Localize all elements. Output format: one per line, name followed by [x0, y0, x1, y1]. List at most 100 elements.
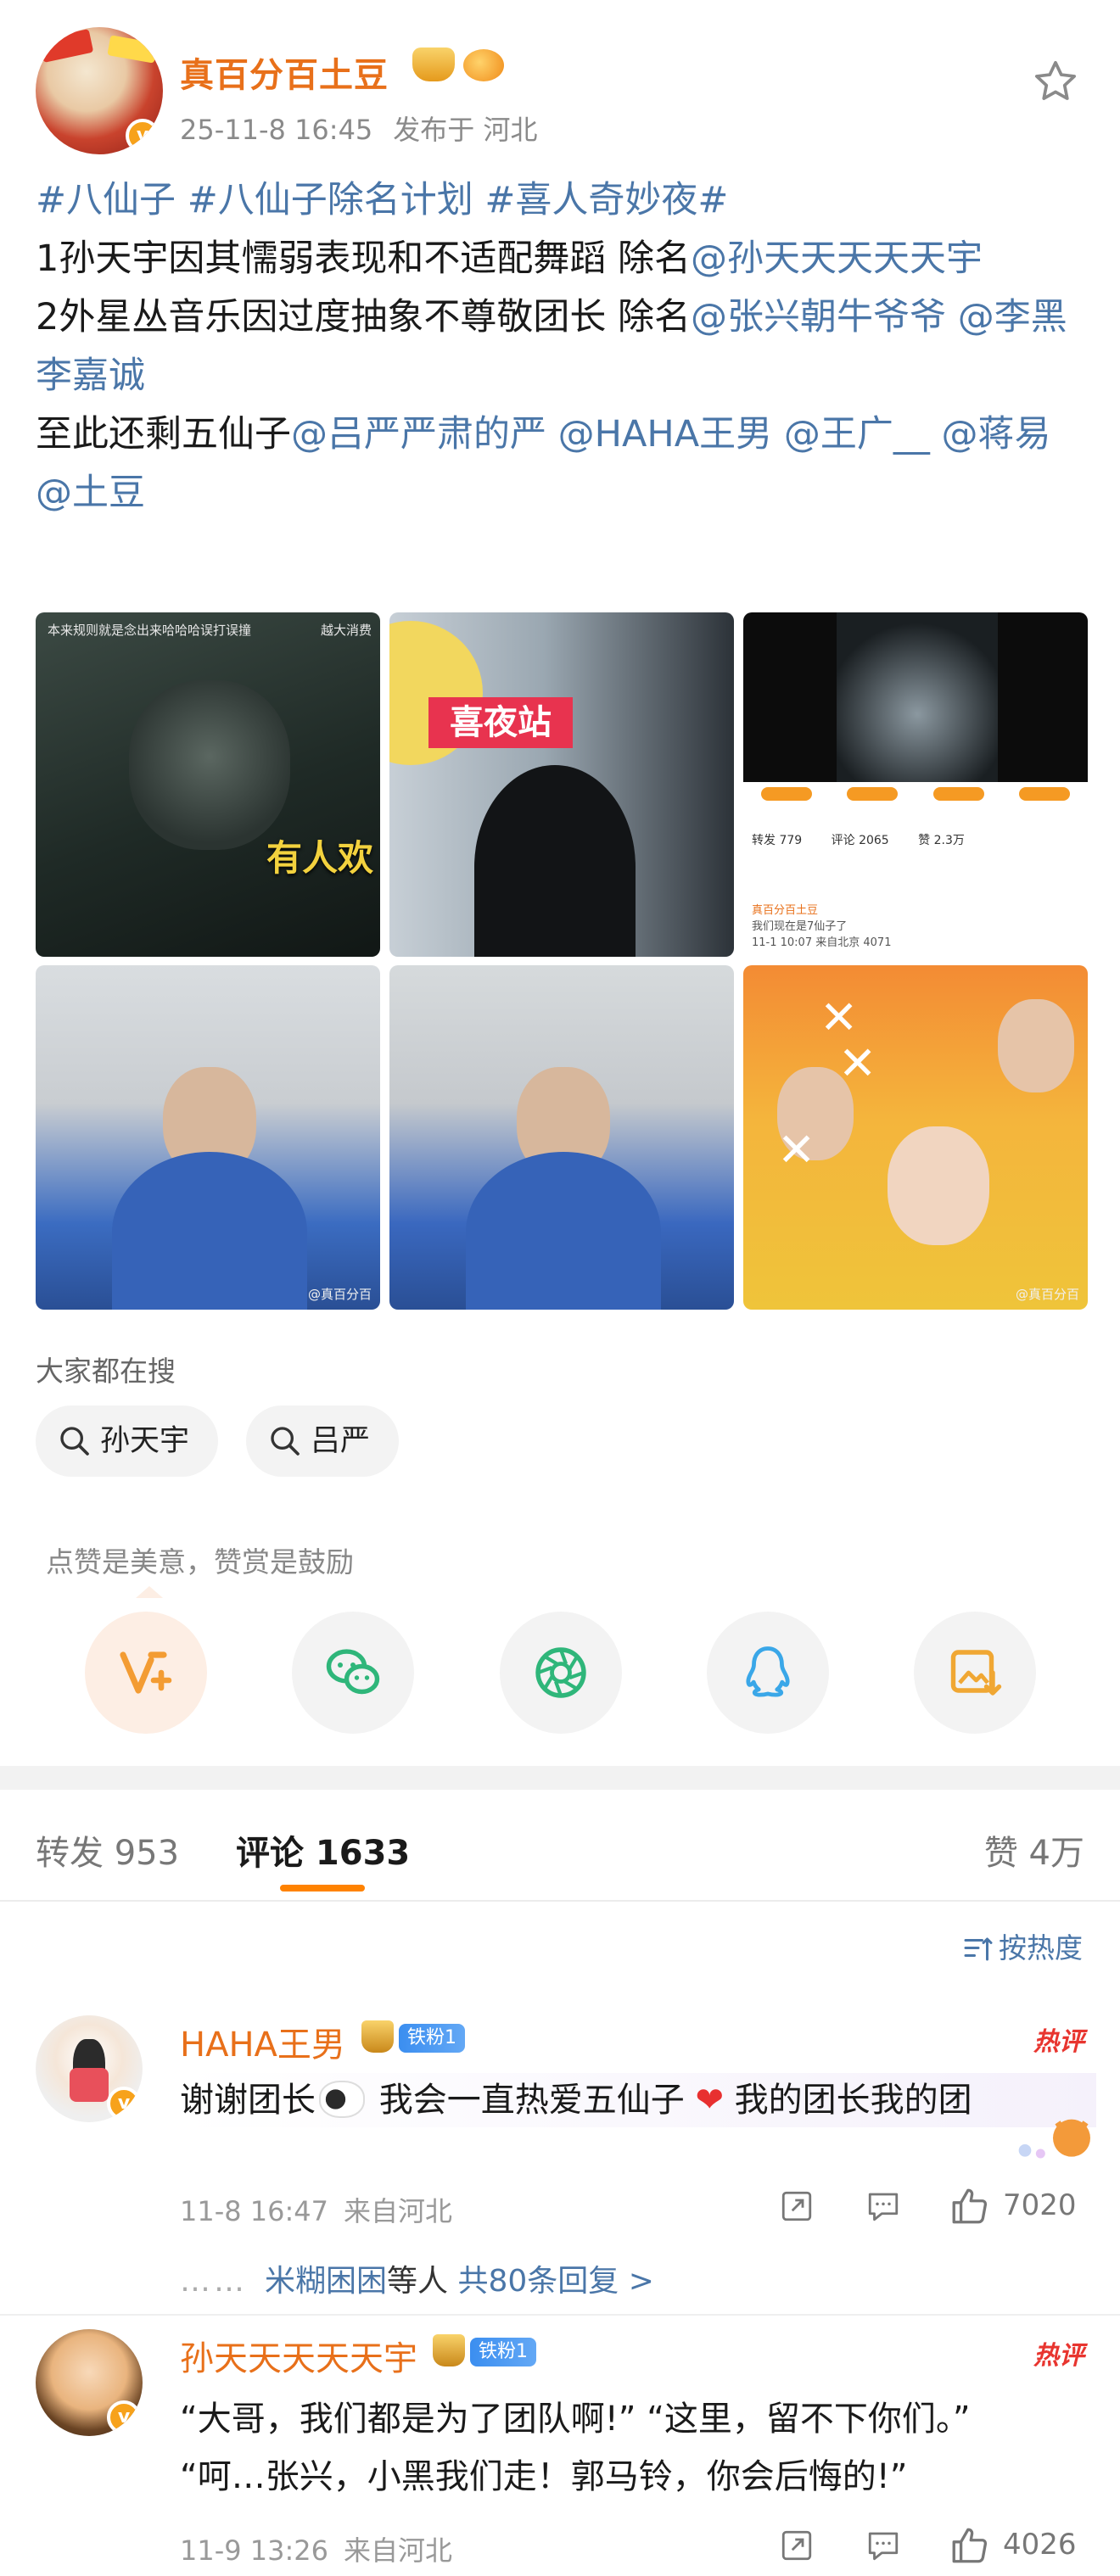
image-sign-text: 喜夜站 — [428, 697, 573, 748]
active-tab-indicator — [280, 1885, 365, 1891]
post-image-1[interactable]: 本来规则就是念出来哈哈哈误打误撞 越大消费 有人欢 — [36, 612, 380, 957]
image-figure — [129, 680, 290, 850]
reward-button[interactable] — [85, 1612, 207, 1734]
avatar-sticker — [107, 35, 158, 64]
reply-user[interactable]: 米糊困困 — [265, 2264, 387, 2299]
fan-level-fish-icon[interactable] — [463, 49, 504, 81]
image-comment-text: 我们现在是7仙子了 — [752, 920, 848, 933]
post-body: #八仙子 #八仙子除名计划 #喜人奇妙夜# 1孙天宇因其懦弱表现和不适配舞蹈 除… — [36, 171, 1088, 522]
post-text-run — [946, 296, 958, 338]
post-link[interactable]: @HAHA王男 — [558, 413, 773, 455]
like-count: 4026 — [1003, 2528, 1077, 2562]
save-image-button[interactable] — [914, 1612, 1036, 1734]
favorite-star-icon[interactable] — [1032, 58, 1079, 105]
author-avatar[interactable]: v — [36, 27, 163, 154]
verified-badge-icon: v — [107, 2400, 141, 2434]
fox-sticker-icon — [1018, 2119, 1090, 2159]
sort-toggle[interactable]: 按热度 — [963, 1925, 1083, 1966]
image-subtitle: 本来规则就是念出来哈哈哈误打误撞 — [48, 623, 252, 638]
comment-time: 11-9 13:26 — [180, 2534, 329, 2567]
image-count: 赞 2.3万 — [918, 834, 965, 847]
post-image-2[interactable]: 喜夜站 — [389, 612, 734, 957]
comment-text-part: 谢谢团长 — [180, 2081, 316, 2120]
reward-pointer — [136, 1586, 163, 1598]
author-name[interactable]: 真百分百土豆 — [180, 47, 389, 97]
comment-meta: 11-8 16:47 来自河北 — [180, 2190, 452, 2229]
share-icon[interactable] — [779, 2188, 815, 2224]
view-replies-link[interactable]: 共80条回复 > — [448, 2264, 653, 2299]
post-link[interactable]: @蒋易 — [942, 413, 1051, 455]
fan-level-badge: 铁粉1 — [470, 2338, 536, 2366]
section-divider — [0, 1766, 1120, 1790]
interaction-tabs: 转发 953 评论 1633 赞 4万 — [0, 1790, 1120, 1902]
post-location: 发布于 河北 — [393, 114, 538, 146]
post-image-6[interactable]: ✕ ✕ ✕ @真百分百 — [743, 965, 1088, 1310]
share-moments-button[interactable] — [500, 1612, 622, 1734]
member-crown-icon — [361, 2020, 394, 2053]
post-line-hashtags: #八仙子 #八仙子除名计划 #喜人奇妙夜# — [36, 171, 1088, 230]
cross-mark-icon: ✕ — [777, 1123, 816, 1176]
post-link[interactable]: @吕严严肃的严 — [291, 413, 546, 455]
avatar-figure — [70, 2068, 109, 2102]
hot-comment-tag: 热评 — [1033, 2027, 1084, 2057]
image-count: 转发 779 — [752, 834, 803, 847]
like-thumb-icon[interactable] — [949, 2185, 991, 2227]
post-link[interactable]: #八仙子除名计划 — [188, 179, 473, 221]
share-icon[interactable] — [779, 2528, 815, 2563]
post-link[interactable]: #八仙子 — [36, 179, 176, 221]
tab-comment[interactable]: 评论 1633 — [236, 1825, 410, 1875]
post-link[interactable]: @王广__ — [784, 413, 930, 455]
comment-icon[interactable] — [865, 2528, 901, 2563]
member-crown-icon — [433, 2334, 465, 2366]
comment-item: v 孙天天天天天宇 铁粉1 热评 “大哥，我们都是为了团队啊!” “这里，留不下… — [0, 2324, 1120, 2576]
image-grid: 本来规则就是念出来哈哈哈误打误撞 越大消费 有人欢 喜夜站 转发 779 评论 … — [36, 612, 1088, 1310]
image-figure — [837, 612, 998, 782]
post-image-4[interactable]: @真百分百 — [36, 965, 380, 1310]
post-image-5[interactable] — [389, 965, 734, 1310]
image-comment: 真百分百土豆 我们现在是7仙子了 11-1 10:07 来自北京 4071 — [752, 901, 891, 949]
reward-v-icon — [120, 1651, 172, 1694]
comment-icon[interactable] — [865, 2188, 901, 2224]
post-link[interactable]: @孙天天天天天宇 — [691, 237, 983, 280]
post-link[interactable]: @土豆 — [36, 472, 145, 514]
commenter-name[interactable]: HAHA王男 — [180, 2017, 345, 2066]
post-header: v 真百分百土豆 25-11-8 16:45 发布于 河北 — [36, 25, 1088, 154]
commenter-avatar[interactable]: v — [36, 2015, 143, 2122]
comment-meta: 11-9 13:26 来自河北 — [180, 2529, 452, 2568]
post-text-run: 1孙天宇因其懦弱表现和不适配舞蹈 除名 — [36, 237, 692, 280]
post-image-3[interactable]: 转发 779 评论 2065 赞 2.3万 真百分百土豆 我们现在是7仙子了 1… — [743, 612, 1088, 957]
share-qq-button[interactable] — [707, 1612, 829, 1734]
comment-text: “大哥，我们都是为了团队啊!” “这里，留不下你们。” — [180, 2400, 971, 2439]
search-chip[interactable]: 吕严 — [246, 1405, 400, 1477]
save-image-icon — [950, 1650, 1002, 1696]
post-line-2: 2外星丛音乐因过度抽象不尊敬团长 除名@张兴朝牛爷爷 @李黑李嘉诚 — [36, 288, 1088, 405]
wechat-icon — [326, 1649, 380, 1695]
search-chip-label: 吕严 — [311, 1424, 371, 1458]
image-buttons — [743, 787, 1088, 804]
reply-mid: 等人 — [387, 2264, 449, 2299]
image-figure — [998, 999, 1074, 1092]
search-chip[interactable]: 孙天宇 — [36, 1405, 219, 1477]
cross-mark-icon: ✕ — [838, 1037, 877, 1090]
post-text-run: 2外星丛音乐因过度抽象不尊敬团长 除名 — [36, 296, 692, 338]
search-chip-label: 孙天宇 — [100, 1424, 190, 1458]
commenter-avatar[interactable]: v — [36, 2329, 143, 2436]
moments-icon — [535, 1647, 586, 1698]
image-figure — [474, 765, 636, 957]
post-meta: 25-11-8 16:45 发布于 河北 — [180, 109, 537, 148]
commenter-name[interactable]: 孙天天天天天宇 — [180, 2331, 417, 2380]
post-link[interactable]: #喜人奇妙夜# — [484, 179, 728, 221]
reply-summary[interactable]: …… 米糊困困等人 共80条回复 > — [180, 2256, 654, 2300]
like-thumb-icon[interactable] — [949, 2524, 991, 2567]
share-wechat-button[interactable] — [292, 1612, 414, 1734]
verified-badge-icon: v — [126, 119, 160, 153]
member-crown-icon[interactable] — [412, 47, 455, 81]
tab-like[interactable]: 赞 4万 — [984, 1825, 1084, 1875]
tab-repost[interactable]: 转发 953 — [36, 1825, 179, 1875]
reward-hint: 点赞是美意，赞赏是鼓励 — [46, 1545, 354, 1579]
post-link[interactable]: @张兴朝牛爷爷 — [691, 296, 946, 338]
image-comment-likes: 4071 — [863, 936, 892, 949]
image-watermark: @真百分百 — [1015, 1287, 1079, 1302]
comment-actions: 7020 — [779, 2185, 1084, 2227]
image-watermark: @真百分百 — [307, 1287, 372, 1302]
